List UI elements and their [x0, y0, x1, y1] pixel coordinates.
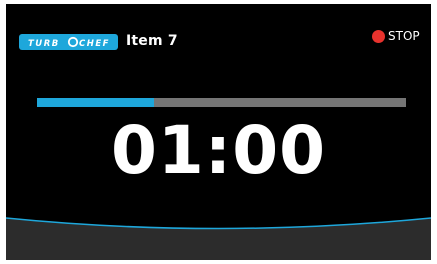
- cook-progress-fill: [37, 98, 154, 107]
- bottom-bar: [6, 204, 431, 260]
- bottom-bar-curve: [6, 217, 431, 260]
- countdown-timer: 01:00: [110, 112, 327, 189]
- item-title: Item 7: [126, 33, 178, 49]
- svg-text:CHEF: CHEF: [79, 39, 110, 49]
- oven-display: TURB CHEF Item 7 STOP 01:00: [0, 0, 437, 264]
- stop-label: STOP: [388, 29, 420, 43]
- stop-dot-icon: [372, 29, 385, 43]
- display-panel: TURB CHEF Item 7 STOP 01:00: [6, 4, 431, 260]
- svg-text:TURB: TURB: [28, 39, 60, 49]
- cook-progress-bar: [37, 98, 406, 107]
- turbochef-logo: TURB CHEF: [19, 34, 118, 50]
- stop-button[interactable]: STOP: [372, 24, 428, 48]
